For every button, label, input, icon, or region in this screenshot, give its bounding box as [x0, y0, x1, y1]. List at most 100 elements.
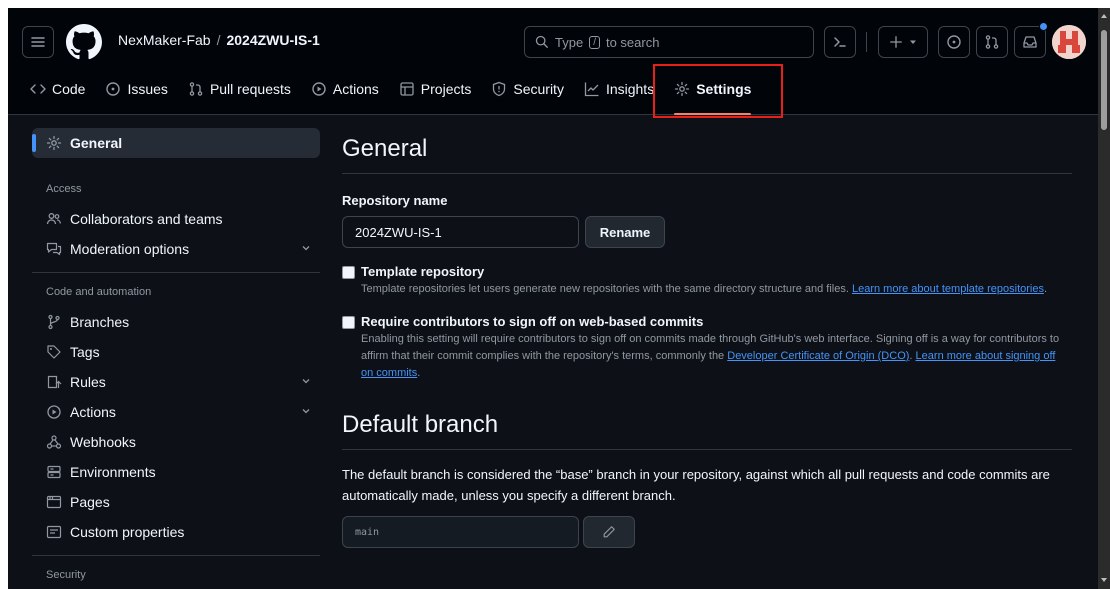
shield-icon — [493, 81, 506, 97]
hamburger-icon — [31, 37, 45, 47]
repo-name-link[interactable]: 2024ZWU-IS-1 — [226, 32, 319, 48]
default-branch-title: Default branch — [342, 404, 1072, 450]
tab-actions[interactable]: Actions — [301, 71, 389, 107]
search-icon — [535, 35, 548, 48]
template-desc-text: Template repositories let users generate… — [361, 283, 849, 295]
repo-name-field[interactable]: 2024ZWU-IS-1 — [342, 216, 579, 248]
tab-label: Security — [513, 81, 564, 97]
global-header: NexMaker-Fab / 2024ZWU-IS-1 Type / to sear… — [8, 8, 1098, 118]
rename-button[interactable]: Rename — [585, 216, 665, 248]
sidebar-item-label: Branches — [70, 314, 130, 330]
tab-label: Issues — [127, 81, 168, 97]
tab-pull-requests[interactable]: Pull requests — [178, 71, 301, 107]
learn-more-template-link[interactable]: Learn more about template repositories — [852, 283, 1044, 295]
sidebar-item-rules[interactable]: Rules — [32, 367, 320, 397]
page-title: General — [342, 128, 1072, 174]
sidebar-item-label: Custom properties — [70, 524, 185, 540]
sidebar-item-label: Rules — [70, 374, 106, 390]
tab-insights[interactable]: Insights — [574, 71, 664, 107]
chevron-down-icon — [302, 409, 310, 414]
open-navigation-button[interactable] — [22, 26, 54, 58]
period-text: . — [417, 367, 421, 379]
tab-code[interactable]: Code — [20, 71, 95, 107]
inbox-icon — [1023, 36, 1037, 48]
search-suffix: to search — [605, 34, 660, 50]
webhook-icon — [46, 435, 62, 449]
page-scrollbar[interactable] — [1098, 8, 1110, 589]
repo-owner-link[interactable]: NexMaker-Fab — [118, 32, 211, 48]
avatar[interactable] — [1052, 25, 1086, 59]
comment-discussion-icon — [46, 242, 62, 256]
breadcrumb-separator: / — [216, 32, 221, 48]
server-icon — [47, 465, 61, 479]
tab-projects[interactable]: Projects — [389, 71, 482, 107]
dco-link[interactable]: Developer Certificate of Origin (DCO) — [727, 350, 909, 362]
sidebar-item-label: General — [70, 135, 123, 151]
template-option-desc: Template repositories let users generate… — [361, 281, 1047, 298]
tag-icon — [47, 345, 61, 359]
sidebar-heading-access: Access — [46, 183, 82, 195]
your-pull-requests-button[interactable] — [976, 26, 1008, 58]
your-issues-button[interactable] — [938, 26, 970, 58]
sidebar-divider — [32, 272, 320, 273]
tab-label: Actions — [332, 81, 379, 97]
sidebar-item-label: Webhooks — [70, 434, 136, 450]
browser-icon — [46, 495, 62, 509]
sidebar-item-pages[interactable]: Pages — [32, 487, 320, 517]
sidebar-item-moderation[interactable]: Moderation options — [32, 234, 320, 264]
create-new-button[interactable] — [878, 26, 928, 58]
default-branch-field[interactable]: main — [342, 516, 579, 548]
command-palette-button[interactable] — [824, 26, 856, 58]
default-branch-row: main — [342, 516, 1072, 548]
repo-push-icon — [47, 375, 62, 389]
template-checkbox[interactable] — [342, 266, 355, 279]
sidebar-item-branches[interactable]: Branches — [32, 307, 320, 337]
issue-opened-icon — [106, 82, 121, 96]
sidebar-item-tags[interactable]: Tags — [32, 337, 320, 367]
tab-label: Insights — [605, 81, 655, 97]
chevron-down-icon — [302, 246, 310, 251]
sidebar-item-webhooks[interactable]: Webhooks — [32, 427, 320, 457]
signoff-option-desc: Enabling this setting will require contr… — [361, 331, 1061, 382]
terminal-icon — [834, 37, 846, 47]
plus-icon — [890, 36, 902, 48]
chevron-down-icon — [302, 379, 310, 384]
edit-default-branch-button[interactable] — [583, 516, 635, 548]
sidebar-item-actions[interactable]: Actions — [32, 397, 320, 427]
git-branch-icon — [48, 314, 60, 330]
scroll-down-arrow-icon[interactable] — [1100, 576, 1108, 584]
tab-issues[interactable]: Issues — [95, 71, 177, 107]
template-option: Template repository Template repositorie… — [342, 264, 1072, 298]
sidebar-item-label: Actions — [70, 404, 116, 420]
search-input[interactable]: Type / to search — [524, 26, 814, 58]
triangle-down-icon — [910, 40, 916, 44]
sidebar-heading-code: Code and automation — [46, 286, 152, 298]
template-option-body: Template repository Template repositorie… — [361, 264, 1047, 298]
gear-icon — [46, 135, 62, 151]
sidebar-item-collaborators[interactable]: Collaborators and teams — [32, 204, 320, 234]
scroll-up-arrow-icon[interactable] — [1100, 12, 1108, 20]
template-option-title: Template repository — [361, 264, 485, 279]
signoff-option-body: Require contributors to sign off on web-… — [361, 314, 1061, 382]
sidebar-item-label: Collaborators and teams — [70, 211, 223, 227]
tab-security[interactable]: Security — [481, 71, 574, 107]
header-divider — [866, 32, 867, 52]
git-pull-request-icon — [985, 35, 999, 49]
scrollbar-thumb[interactable] — [1101, 30, 1107, 130]
code-icon — [30, 84, 46, 94]
repo-name-row: 2024ZWU-IS-1 Rename — [342, 216, 1072, 248]
signoff-checkbox[interactable] — [342, 316, 355, 329]
sidebar-item-general[interactable]: General — [32, 128, 320, 158]
sidebar-item-environments[interactable]: Environments — [32, 457, 320, 487]
repo-name-label: Repository name — [342, 193, 448, 208]
period-text: . — [1043, 283, 1048, 295]
search-prefix: Type — [555, 34, 584, 50]
issue-opened-icon — [947, 35, 961, 49]
sidebar-item-custom-properties[interactable]: Custom properties — [32, 517, 320, 547]
sidebar-item-label: Tags — [70, 344, 100, 360]
play-icon — [312, 82, 326, 96]
search-shortcut-key: / — [589, 35, 600, 49]
github-logo-icon[interactable] — [66, 24, 102, 60]
